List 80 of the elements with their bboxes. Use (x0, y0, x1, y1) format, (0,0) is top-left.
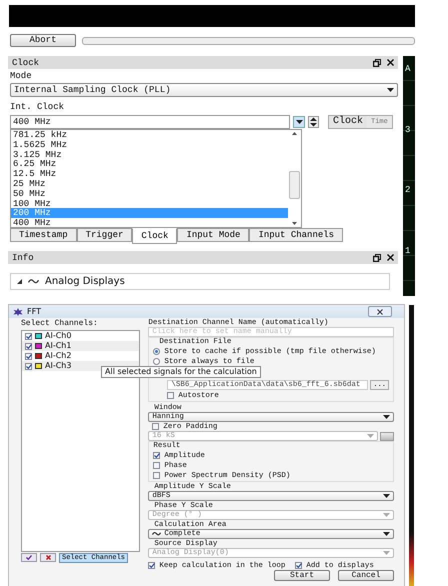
dropdown-option[interactable]: 781.25 kHz (11, 130, 288, 140)
caret-icon (383, 513, 390, 517)
checkbox[interactable] (25, 362, 32, 370)
cancel-button[interactable]: Cancel (338, 570, 394, 581)
spin-button[interactable] (380, 432, 394, 440)
restore-icon[interactable] (373, 254, 381, 262)
channel-label: AI-Ch3 (45, 361, 72, 371)
group-label: Select Channels: (21, 319, 99, 329)
close-icon (377, 308, 383, 314)
tab[interactable]: Input Mode (177, 228, 250, 242)
checkbox[interactable] (148, 562, 156, 569)
checkbox[interactable] (295, 562, 302, 569)
panel-title: Clock (12, 58, 40, 68)
mode-dropdown[interactable]: Internal Sampling Clock (PLL) (10, 83, 398, 97)
scrollbar-thumb[interactable] (289, 171, 300, 199)
caret-icon (383, 494, 390, 498)
checkbox[interactable] (25, 332, 32, 340)
checkbox[interactable] (25, 342, 32, 350)
check-icon (296, 563, 302, 568)
close-button[interactable] (368, 306, 392, 317)
check-all-button[interactable] (21, 553, 37, 562)
scroll-down-icon[interactable] (292, 222, 297, 225)
tab[interactable]: Clock (132, 228, 178, 244)
app-icon (13, 308, 23, 316)
tab[interactable]: Trigger (76, 228, 132, 242)
axis-label: 2 (404, 185, 412, 196)
check-icon (26, 555, 32, 560)
tab[interactable]: Timestamp (10, 228, 77, 242)
caret-icon (383, 551, 390, 555)
channel-label: AI-Ch0 (45, 331, 72, 341)
wave-icon (28, 278, 39, 285)
dropdown-option[interactable]: 3.125 MHz (11, 150, 288, 160)
axis-label: 3 (404, 124, 412, 135)
axis-label: A (404, 64, 412, 74)
caret-icon (387, 88, 394, 92)
uncheck-all-button[interactable] (40, 553, 56, 562)
tab[interactable]: Input Channels (249, 228, 344, 242)
caret-icon (383, 415, 390, 419)
close-icon[interactable] (387, 59, 394, 66)
radio-button[interactable] (153, 348, 160, 355)
caret-icon (296, 120, 302, 124)
checkbox[interactable] (167, 392, 174, 399)
scroll-up-icon[interactable] (292, 132, 297, 135)
toggle-option[interactable]: Clock (329, 116, 368, 128)
check-icon (154, 453, 160, 458)
panel-title: Info (12, 252, 34, 262)
field-label: Int. Clock (9, 101, 66, 112)
dropdown-option[interactable]: 6.25 MHz (11, 159, 288, 170)
radio-button[interactable] (153, 358, 160, 365)
start-button[interactable]: Start (274, 570, 330, 581)
spin-icon[interactable] (308, 116, 319, 128)
dropdown-button[interactable] (293, 116, 305, 128)
close-icon[interactable] (387, 254, 394, 261)
dropdown-option[interactable]: 400 MHz (11, 218, 288, 228)
cross-icon (46, 555, 50, 560)
check-icon (148, 563, 155, 568)
field-label: Mode (9, 70, 33, 81)
dropdown-option[interactable]: 12.5 MHz (11, 169, 288, 179)
axis-label: 1 (404, 246, 412, 256)
dropdown-option[interactable]: 25 MHz (11, 178, 288, 189)
tree-item[interactable]: Analog Displays (10, 273, 390, 290)
clock-field[interactable]: 400 MHz (10, 115, 290, 129)
abort-button[interactable]: Abort (10, 34, 76, 47)
dropdown-option[interactable]: 1.5625 MHz (11, 140, 288, 150)
channel-label: AI-Ch1 (45, 341, 72, 351)
checkbox[interactable] (153, 462, 160, 469)
tree-label: Analog Displays (45, 276, 125, 286)
dropdown-option[interactable]: 100 MHz (11, 198, 288, 208)
checkbox[interactable] (25, 352, 32, 360)
wave-icon (152, 531, 162, 537)
tooltip: All selected signals for the calculation (101, 366, 261, 378)
expand-icon[interactable] (17, 279, 22, 284)
channel-label: AI-Ch2 (45, 351, 72, 361)
dropdown-option[interactable]: 50 MHz (11, 188, 288, 199)
caret-icon (383, 532, 390, 536)
checkbox[interactable] (153, 452, 160, 459)
restore-icon[interactable] (373, 58, 381, 66)
caret-icon (367, 434, 374, 438)
window-title: FFT (27, 306, 41, 316)
checkbox[interactable] (153, 472, 160, 479)
